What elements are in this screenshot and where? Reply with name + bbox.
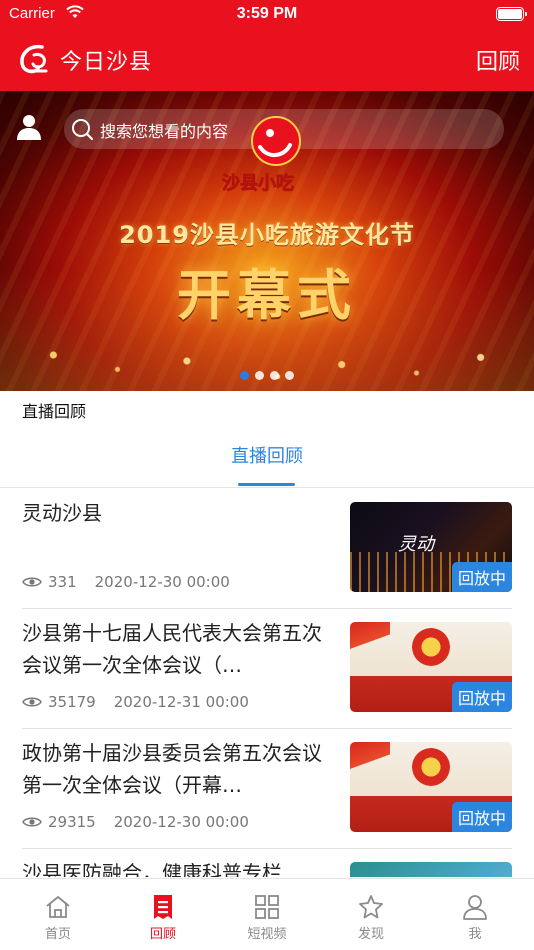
star-icon <box>359 895 383 919</box>
tabbar-label: 短视频 <box>247 927 287 942</box>
replay-badge: 回放中 <box>451 562 512 592</box>
item-title: 灵动沙县 <box>22 501 102 525</box>
list-item[interactable]: 沙县第十七届人民代表大会第五次会议第一次全体会议（… 35179 2020-12-… <box>22 609 512 729</box>
national-emblem-icon <box>412 628 450 666</box>
item-date: 2020-12-30 00:00 <box>94 573 230 591</box>
replay-nav-link[interactable]: 回顾 <box>476 44 520 76</box>
bottom-tab-bar: 首页 回顾 短视频 发现 我 <box>0 878 534 950</box>
tabbar-label: 首页 <box>44 927 71 942</box>
tabbar-label: 回顾 <box>149 927 176 942</box>
carousel-dot[interactable] <box>255 371 264 380</box>
list-item[interactable]: 沙县医防融合，健康科普专栏 <box>22 849 512 877</box>
clock: 3:59 PM <box>236 5 298 22</box>
item-views: 29315 <box>48 813 96 831</box>
item-date: 2020-12-31 00:00 <box>113 693 249 711</box>
section-label: 直播回顾 <box>22 402 87 421</box>
user-profile-icon[interactable] <box>16 113 42 141</box>
grid-icon <box>255 895 279 919</box>
tabbar-discover[interactable]: 发现 <box>318 879 424 950</box>
nav-bar: 今日沙县 回顾 <box>0 30 534 91</box>
app-header: Carrier 3:59 PM 今日沙县 回顾 <box>0 0 534 91</box>
item-views: 331 <box>48 573 77 591</box>
views-eye-icon <box>22 817 42 827</box>
battery-icon <box>496 7 527 21</box>
tabbar-replay[interactable]: 回顾 <box>110 879 216 950</box>
list-item[interactable]: 政协第十届沙县委员会第五次会议第一次全体会议（开幕… 29315 2020-12-… <box>22 729 512 849</box>
item-date: 2020-12-30 00:00 <box>113 813 249 831</box>
tab-strip: 直播回顾 <box>0 428 534 488</box>
search-icon <box>72 119 94 141</box>
carousel-dot[interactable] <box>240 371 249 380</box>
tab-live-replay[interactable]: 直播回顾 <box>0 442 534 468</box>
carousel-dot[interactable] <box>285 371 294 380</box>
brand-text: 沙县小吃 <box>222 172 294 194</box>
tabbar-label: 我 <box>468 927 482 942</box>
status-bar: Carrier 3:59 PM <box>0 0 534 30</box>
home-icon <box>46 896 70 918</box>
search-placeholder: 搜索您想看的内容 <box>100 122 229 141</box>
item-views: 35179 <box>48 693 96 711</box>
item-meta: 331 2020-12-30 00:00 <box>22 573 230 591</box>
snack-brand-logo: 沙县小吃 <box>222 116 301 194</box>
carousel-dots[interactable] <box>0 365 534 384</box>
item-title: 沙县医防融合，健康科普专栏 <box>22 861 282 877</box>
item-thumbnail[interactable]: 灵动 回放中 <box>350 502 512 592</box>
tabbar-label: 发现 <box>357 927 384 942</box>
replay-list[interactable]: 灵动沙县 331 2020-12-30 00:00 灵动 回放中 沙县第十七届人民… <box>0 489 534 877</box>
list-item[interactable]: 灵动沙县 331 2020-12-30 00:00 灵动 回放中 <box>22 489 512 609</box>
carousel-dot[interactable] <box>270 371 279 380</box>
thumbnail-flag <box>350 742 390 772</box>
tabbar-home[interactable]: 首页 <box>5 879 111 950</box>
tab-active-indicator <box>238 483 295 486</box>
item-meta: 35179 2020-12-31 00:00 <box>22 693 249 711</box>
user-icon <box>463 895 487 920</box>
item-thumbnail[interactable]: 回放中 <box>350 622 512 712</box>
item-meta: 29315 2020-12-30 00:00 <box>22 813 249 831</box>
views-eye-icon <box>22 697 42 707</box>
item-title: 政协第十届沙县委员会第五次会议第一次全体会议（开幕… <box>22 741 322 797</box>
hero-banner[interactable]: 搜索您想看的内容 沙县小吃 2019沙县小吃旅游文化节 开幕式 <box>0 91 534 391</box>
replay-badge: 回放中 <box>451 802 512 832</box>
item-thumbnail[interactable]: 回放中 <box>350 742 512 832</box>
tabbar-short-video[interactable]: 短视频 <box>214 879 320 950</box>
thumbnail-calligraphy: 灵动 <box>398 534 434 555</box>
banner-main-text: 开幕式 <box>177 263 357 327</box>
banner-headline: 2019沙县小吃旅游文化节 <box>119 221 415 249</box>
replay-badge: 回放中 <box>451 682 512 712</box>
views-eye-icon <box>22 577 42 587</box>
app-logo-icon <box>20 44 48 74</box>
item-title: 沙县第十七届人民代表大会第五次会议第一次全体会议（… <box>22 621 322 677</box>
cppcc-emblem-icon <box>412 748 450 786</box>
tabbar-me[interactable]: 我 <box>422 879 528 950</box>
replay-icon <box>154 895 172 919</box>
page-title: 今日沙县 <box>60 50 153 75</box>
item-thumbnail[interactable] <box>350 862 512 877</box>
thumbnail-flag <box>350 622 390 652</box>
